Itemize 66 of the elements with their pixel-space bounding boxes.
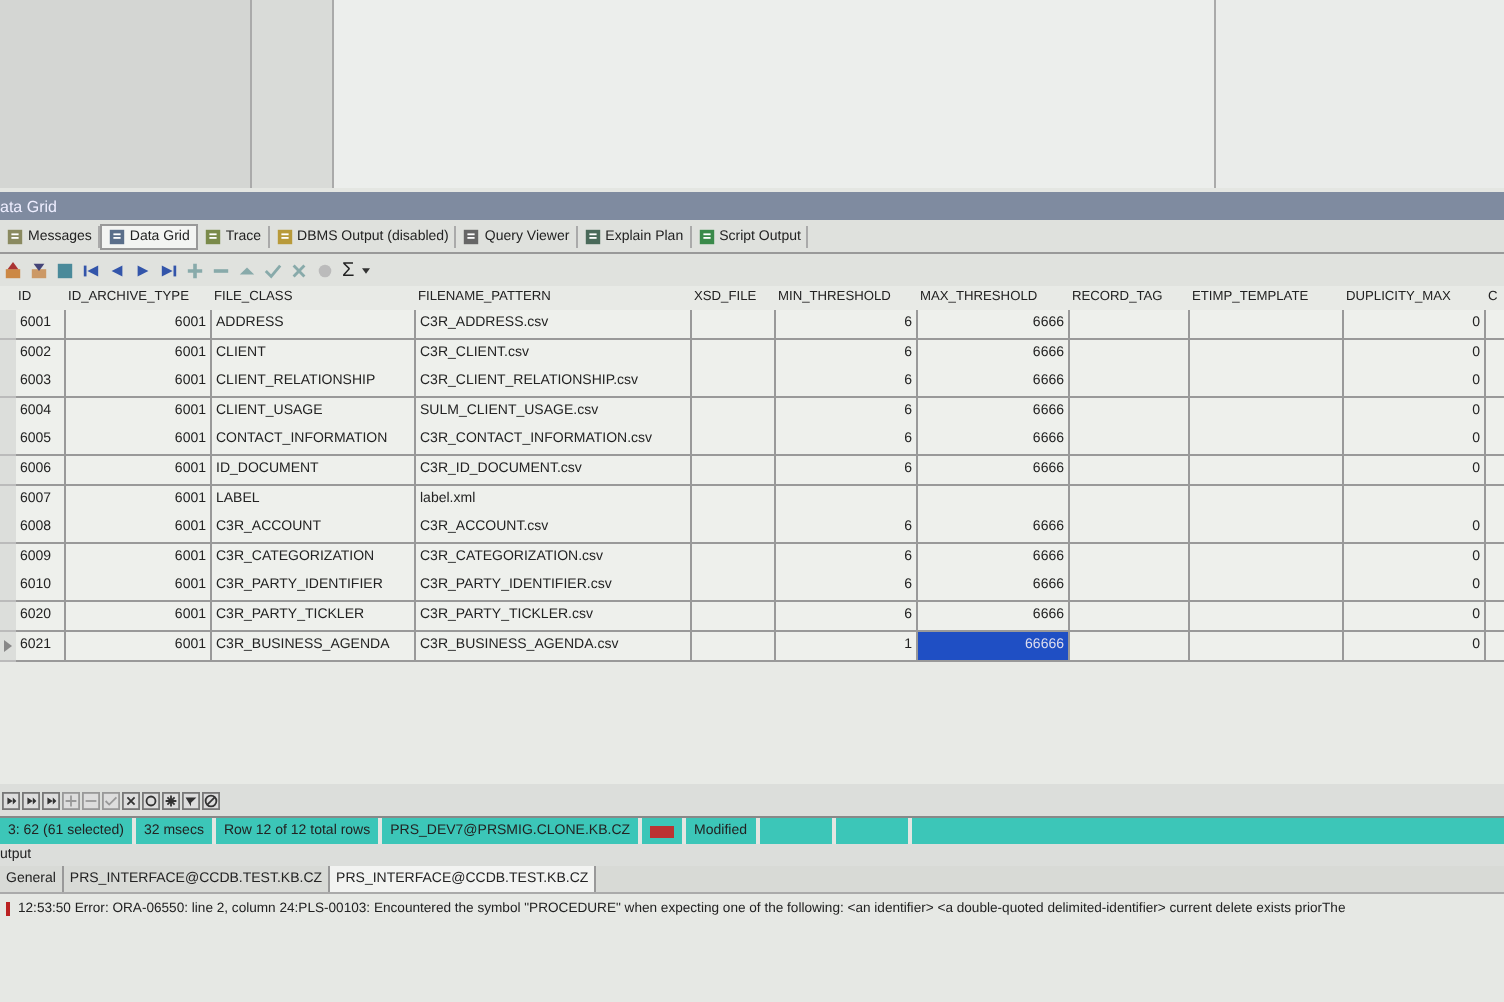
table-cell — [1070, 485, 1190, 516]
row-header[interactable] — [0, 601, 16, 632]
row-header[interactable] — [0, 368, 16, 399]
table-cell — [692, 485, 776, 516]
row-header[interactable] — [0, 310, 16, 340]
import-icon[interactable] — [30, 261, 48, 279]
table-cell — [1070, 310, 1190, 340]
table-cell — [692, 543, 776, 574]
caret-icon[interactable] — [362, 267, 371, 273]
first-icon[interactable] — [82, 261, 100, 279]
cancel-icon[interactable] — [202, 791, 220, 809]
table-cell — [1070, 339, 1190, 370]
row-header[interactable] — [0, 339, 16, 370]
row-header[interactable] — [0, 572, 16, 603]
row-header[interactable] — [0, 514, 16, 545]
table-cell — [692, 426, 776, 457]
tab-icon — [6, 227, 24, 245]
table-cell — [692, 397, 776, 428]
panel-title: ata Grid — [0, 197, 57, 215]
table-cell — [1070, 397, 1190, 428]
minus-icon[interactable] — [82, 791, 100, 809]
table-cell — [1070, 572, 1190, 603]
table-cell — [692, 455, 776, 486]
export-icon[interactable] — [4, 261, 22, 279]
table-cell — [1070, 426, 1190, 457]
table-cell — [692, 368, 776, 399]
row-header[interactable] — [0, 397, 16, 428]
filter-icon[interactable] — [182, 791, 200, 809]
row-header[interactable] — [0, 543, 16, 574]
tab-icon — [583, 227, 602, 245]
tab-icon — [462, 227, 481, 245]
navigation-icon[interactable] — [2, 791, 20, 809]
check-icon[interactable] — [264, 261, 282, 279]
navigation-icon[interactable] — [42, 791, 60, 809]
table-cell — [1070, 514, 1190, 545]
table-cell — [1070, 601, 1190, 632]
plus-icon[interactable] — [186, 261, 204, 279]
navigation-icon[interactable] — [22, 791, 40, 809]
row-header[interactable] — [0, 631, 16, 662]
table-cell — [1070, 543, 1190, 574]
tab-icon — [697, 227, 716, 245]
row-header[interactable] — [0, 426, 16, 457]
last-icon[interactable] — [160, 261, 178, 279]
table-cell — [692, 514, 776, 545]
table-cell — [692, 339, 776, 370]
next-icon[interactable] — [134, 261, 152, 279]
tab-icon — [107, 227, 126, 245]
table-cell — [692, 631, 776, 662]
table-cell — [776, 485, 918, 516]
row-header[interactable] — [0, 485, 16, 516]
row-header[interactable] — [0, 455, 16, 486]
previous-icon[interactable] — [108, 261, 126, 279]
row-indicator-icon — [4, 639, 12, 652]
table-cell — [1070, 455, 1190, 486]
table-cell — [1070, 368, 1190, 399]
table-cell — [692, 572, 776, 603]
table-cell — [692, 310, 776, 340]
tab-icon — [203, 227, 222, 245]
table-cell — [692, 601, 776, 632]
table-cell — [1344, 485, 1486, 516]
asterisk-icon[interactable] — [162, 791, 180, 809]
check-icon[interactable] — [102, 791, 120, 809]
table-cell — [1070, 631, 1190, 662]
sum-button[interactable]: Σ — [342, 259, 355, 281]
tab-icon — [275, 227, 294, 245]
close-icon[interactable] — [122, 791, 140, 809]
